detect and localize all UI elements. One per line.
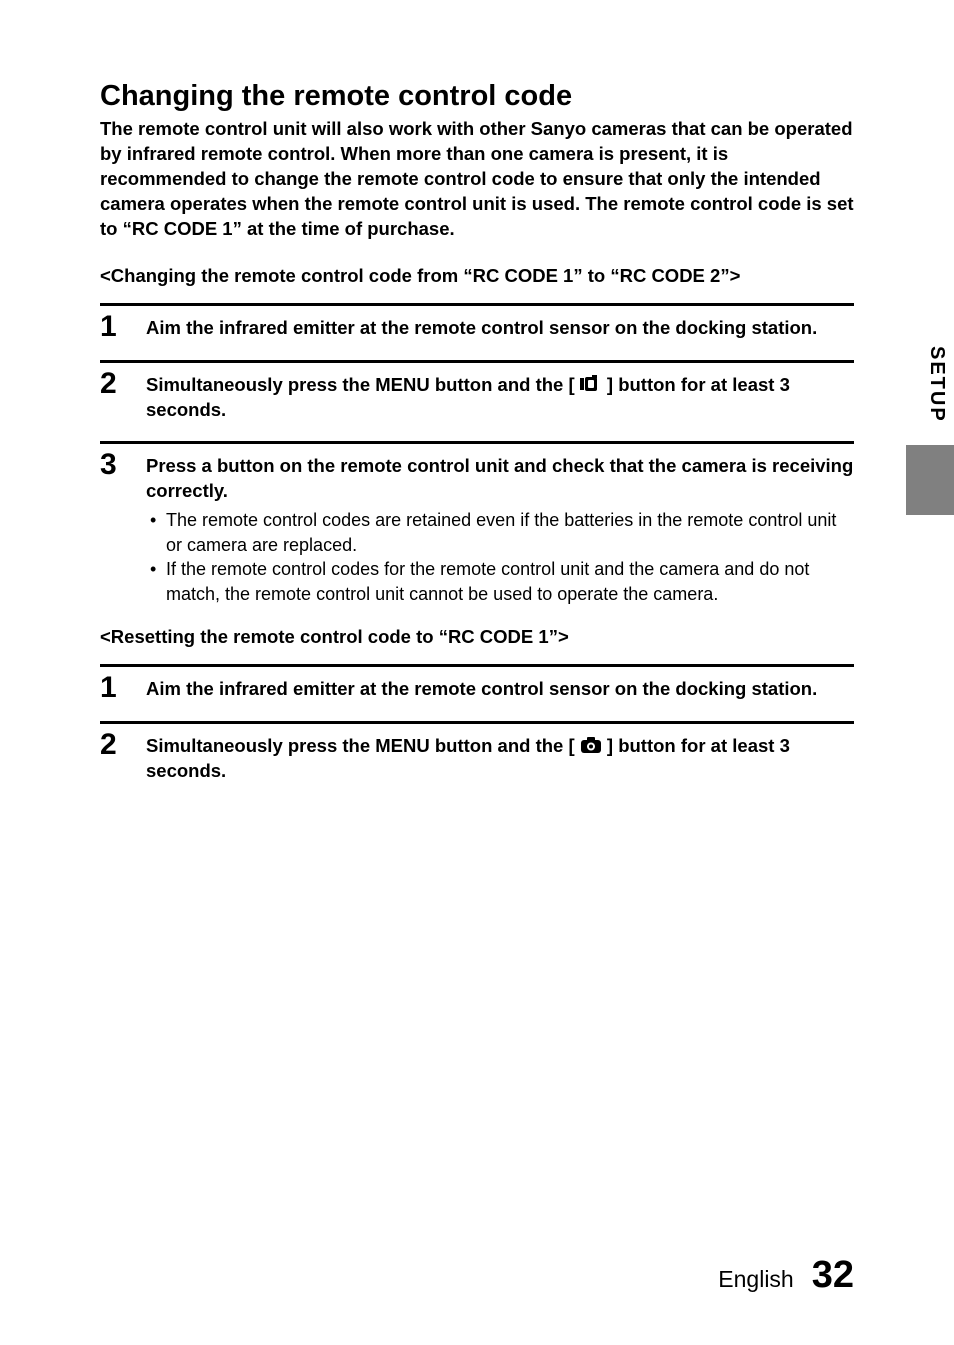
section2-heading: <Resetting the remote control code to “R… [100, 625, 854, 650]
step-number: 1 [100, 312, 128, 342]
step-body: Press a button on the remote control uni… [146, 450, 854, 607]
step-bullets: The remote control codes are retained ev… [146, 508, 854, 607]
step-body: Simultaneously press the MENU button and… [146, 730, 854, 784]
step-title: Simultaneously press the MENU button and… [146, 373, 854, 423]
step-title: Aim the infrared emitter at the remote c… [146, 677, 854, 702]
step-number: 1 [100, 673, 128, 703]
step-title: Aim the infrared emitter at the remote c… [146, 316, 854, 341]
step-number: 3 [100, 450, 128, 607]
page-content: SETUP Changing the remote control code T… [0, 0, 954, 1345]
step-title: Press a button on the remote control uni… [146, 454, 854, 504]
section1-step-2: 2 Simultaneously press the MENU button a… [100, 360, 854, 423]
step-body: Simultaneously press the MENU button and… [146, 369, 854, 423]
section1-heading: <Changing the remote control code from “… [100, 264, 854, 289]
camera-icon [580, 736, 602, 754]
section2-step-2: 2 Simultaneously press the MENU button a… [100, 721, 854, 784]
intro-paragraph: The remote control unit will also work w… [100, 117, 854, 242]
bullet-item: The remote control codes are retained ev… [146, 508, 854, 558]
footer-page-number: 32 [812, 1254, 854, 1297]
step-title-before: Simultaneously press the MENU button and… [146, 374, 580, 395]
section1-step-1: 1 Aim the infrared emitter at the remote… [100, 303, 854, 342]
step-number: 2 [100, 730, 128, 784]
step-body: Aim the infrared emitter at the remote c… [146, 312, 854, 342]
step-number: 2 [100, 369, 128, 423]
side-tab-marker [906, 445, 954, 515]
section1-step-3: 3 Press a button on the remote control u… [100, 441, 854, 607]
page-footer: English 32 [718, 1254, 854, 1297]
page-title: Changing the remote control code [100, 80, 854, 113]
footer-language: English [718, 1266, 793, 1293]
step-body: Aim the infrared emitter at the remote c… [146, 673, 854, 703]
section2-step-1: 1 Aim the infrared emitter at the remote… [100, 664, 854, 703]
video-icon [580, 375, 602, 393]
step-title: Simultaneously press the MENU button and… [146, 734, 854, 784]
side-tab-setup: SETUP [919, 338, 954, 431]
bullet-item: If the remote control codes for the remo… [146, 557, 854, 607]
step-title-before: Simultaneously press the MENU button and… [146, 735, 580, 756]
